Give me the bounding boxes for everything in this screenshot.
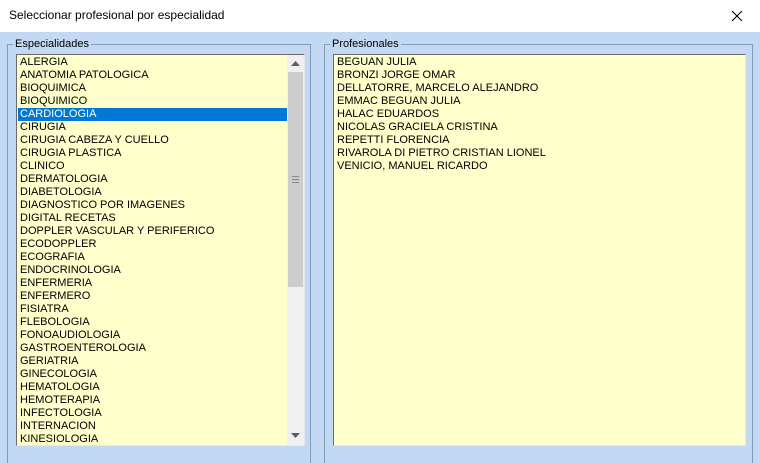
list-item[interactable]: DOPPLER VASCULAR Y PERIFERICO xyxy=(18,225,287,238)
list-item[interactable]: ENFERMERO xyxy=(18,290,287,303)
list-item[interactable]: ALERGIA xyxy=(18,56,287,69)
list-item[interactable]: DERMATOLOGIA xyxy=(18,173,287,186)
list-item[interactable]: DIGITAL RECETAS xyxy=(18,212,287,225)
list-item[interactable]: GINECOLOGIA xyxy=(18,368,287,381)
list-item[interactable]: INFECTOLOGIA xyxy=(18,407,287,420)
list-item[interactable]: ENDOCRINOLOGIA xyxy=(18,264,287,277)
close-icon xyxy=(731,10,743,22)
list-item[interactable]: DIAGNOSTICO POR IMAGENES xyxy=(18,199,287,212)
list-item[interactable]: HALAC EDUARDOS xyxy=(335,108,745,121)
list-item[interactable]: DIABETOLOGIA xyxy=(18,186,287,199)
list-item[interactable]: NICOLAS GRACIELA CRISTINA xyxy=(335,121,745,134)
arrow-up-icon xyxy=(291,61,300,66)
list-item[interactable]: RIVAROLA DI PIETRO CRISTIAN LIONEL xyxy=(335,147,745,160)
list-item[interactable]: CIRUGIA CABEZA Y CUELLO xyxy=(18,134,287,147)
list-item[interactable]: ANATOMIA PATOLOGICA xyxy=(18,69,287,82)
list-item[interactable]: FLEBOLOGIA xyxy=(18,316,287,329)
title-bar[interactable]: Seleccionar profesional por especialidad xyxy=(0,0,760,32)
profesionales-listbox[interactable]: BEGUAN JULIA BRONZI JORGE OMAR DELLATORRE,… xyxy=(333,54,746,446)
profesionales-group: Profesionales BEGUAN JULIA BRONZI JORGE O… xyxy=(324,38,753,463)
dialog-window: Seleccionar profesional por especialidad… xyxy=(0,0,760,463)
list-item[interactable]: ECODOPPLER xyxy=(18,238,287,251)
list-item[interactable]: FISIATRA xyxy=(18,303,287,316)
scrollbar-grip-icon xyxy=(292,176,299,183)
list-item[interactable]: ECOGRAFIA xyxy=(18,251,287,264)
list-item[interactable]: BIOQUIMICA xyxy=(18,82,287,95)
profesionales-legend: Profesionales xyxy=(330,38,401,51)
arrow-down-icon xyxy=(291,433,300,438)
list-item[interactable]: HEMOTERAPIA xyxy=(18,394,287,407)
list-item[interactable]: BIOQUIMICO xyxy=(18,95,287,108)
scroll-up-button[interactable] xyxy=(287,55,304,72)
especialidades-legend: Especialidades xyxy=(13,38,91,51)
list-item[interactable]: GERIATRIA xyxy=(18,355,287,368)
dialog-client-area: Especialidades ALERGIA ANATOMIA PATOLOGIC… xyxy=(0,32,760,463)
scrollbar-thumb[interactable] xyxy=(288,72,303,287)
list-item[interactable]: EMMAC BEGUAN JULIA xyxy=(335,95,745,108)
list-item[interactable]: KINESIOLOGIA xyxy=(18,433,287,445)
list-item[interactable]: CIRUGIA PLASTICA xyxy=(18,147,287,160)
list-item[interactable]: ENFERMERIA xyxy=(18,277,287,290)
list-item[interactable]: REPETTI FLORENCIA xyxy=(335,134,745,147)
scroll-down-button[interactable] xyxy=(287,428,304,445)
list-item[interactable]: HEMATOLOGIA xyxy=(18,381,287,394)
list-item[interactable]: INTERNACION xyxy=(18,420,287,433)
list-item[interactable]: GASTROENTEROLOGIA xyxy=(18,342,287,355)
especialidades-items: ALERGIA ANATOMIA PATOLOGICA BIOQUIMICA BIOQ… xyxy=(18,56,287,445)
especialidades-listbox[interactable]: ALERGIA ANATOMIA PATOLOGICA BIOQUIMICA BIOQ… xyxy=(16,54,305,446)
list-item[interactable]: CARDIOLOGIA xyxy=(18,108,287,121)
list-item[interactable]: CIRUGIA xyxy=(18,121,287,134)
list-item[interactable]: VENICIO, MANUEL RICARDO xyxy=(335,160,745,173)
list-item[interactable]: BRONZI JORGE OMAR xyxy=(335,69,745,82)
list-item[interactable]: FONOAUDIOLOGIA xyxy=(18,329,287,342)
list-item[interactable]: CLINICO xyxy=(18,160,287,173)
window-title: Seleccionar profesional por especialidad xyxy=(9,8,225,22)
close-button[interactable] xyxy=(714,0,760,32)
especialidades-group: Especialidades ALERGIA ANATOMIA PATOLOGIC… xyxy=(7,38,311,463)
especialidades-scrollbar[interactable] xyxy=(287,55,304,445)
list-item[interactable]: DELLATORRE, MARCELO ALEJANDRO xyxy=(335,82,745,95)
list-item[interactable]: BEGUAN JULIA xyxy=(335,56,745,69)
profesionales-items: BEGUAN JULIA BRONZI JORGE OMAR DELLATORRE,… xyxy=(335,56,745,173)
